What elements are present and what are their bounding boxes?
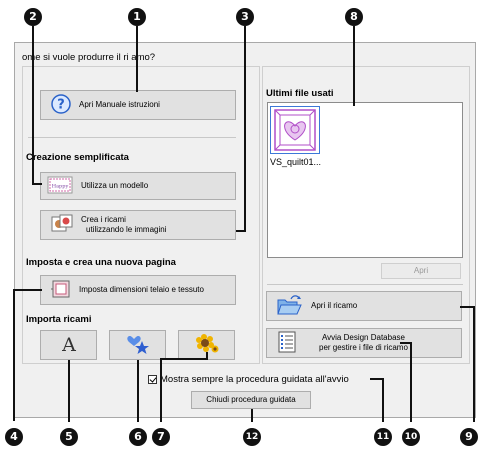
hoop-frame-icon — [51, 279, 71, 301]
recent-file-name[interactable]: VS_quilt01... — [270, 157, 321, 167]
open-recent-button[interactable]: Apri — [381, 263, 461, 279]
callout-5: 5 — [60, 428, 78, 446]
svg-text:Happy: Happy — [52, 184, 69, 190]
photo-icon — [51, 214, 73, 236]
leader-9h — [460, 306, 475, 308]
import-font-button[interactable]: A — [40, 330, 97, 360]
separator — [28, 137, 236, 138]
leader-8 — [353, 26, 355, 106]
separator-right — [267, 284, 463, 285]
create-from-images-button[interactable]: Crea i ricami utilizzando le immagini — [40, 210, 236, 240]
leader-2 — [32, 26, 34, 184]
leader-7 — [160, 358, 162, 422]
leader-7h — [160, 358, 206, 360]
open-manual-label: Apri Manuale istruzioni — [79, 100, 160, 109]
callout-12: 12 — [243, 428, 261, 446]
design-database-button[interactable]: Avvia Design Database per gestire i file… — [266, 328, 462, 358]
letter-a-icon: A — [59, 334, 79, 356]
callout-4: 4 — [5, 428, 23, 446]
section-easy-creation: Creazione semplificata — [26, 152, 129, 163]
leader-12 — [251, 409, 253, 422]
show-wizard-checkbox[interactable] — [148, 375, 157, 384]
leader-3 — [244, 26, 246, 232]
set-hoop-fabric-button[interactable]: Imposta dimensioni telaio e tessuto — [40, 275, 236, 305]
callout-8: 8 — [345, 8, 363, 26]
callout-10: 10 — [402, 428, 420, 446]
svg-text:?: ? — [57, 98, 65, 113]
leader-5 — [68, 360, 70, 422]
leader-7v — [206, 352, 208, 360]
callout-1: 1 — [128, 8, 146, 26]
use-template-label: Utilizza un modello — [81, 181, 149, 190]
open-recent-label: Apri — [413, 266, 429, 275]
design-database-line2: per gestire i file di ricamo — [319, 343, 408, 352]
leader-11 — [382, 378, 384, 422]
open-embroidery-button[interactable]: Apri il ricamo — [266, 291, 462, 321]
recent-file-thumbnail[interactable] — [270, 106, 320, 154]
leader-10h — [400, 342, 412, 344]
recent-files-title: Ultimi file usati — [266, 88, 334, 99]
use-template-button[interactable]: Happy Utilizza un modello — [40, 172, 236, 200]
leader-3h — [236, 230, 246, 232]
create-from-images-label: Crea i ricami utilizzando le immagini — [81, 215, 166, 235]
create-from-images-line1: Crea i ricami — [81, 215, 126, 224]
section-import: Importa ricami — [26, 314, 92, 325]
show-wizard-checkbox-row[interactable]: Mostra sempre la procedura guidata all'a… — [148, 374, 349, 385]
template-card-icon: Happy — [47, 176, 73, 196]
leader-4 — [13, 289, 15, 421]
callout-3: 3 — [236, 8, 254, 26]
leader-10 — [410, 342, 412, 422]
callout-2: 2 — [24, 8, 42, 26]
create-from-images-line2: utilizzando le immagini — [86, 225, 167, 234]
quilt-pattern-icon — [274, 109, 316, 151]
leader-11h — [370, 378, 384, 380]
callout-9: 9 — [460, 428, 478, 446]
open-embroidery-label: Apri il ricamo — [311, 301, 358, 310]
close-wizard-label: Chiudi procedura guidata — [206, 395, 296, 404]
callout-11: 11 — [374, 428, 392, 446]
design-database-label: Avvia Design Database per gestire i file… — [305, 333, 408, 353]
leader-6 — [137, 360, 139, 422]
close-wizard-button[interactable]: Chiudi procedura guidata — [191, 391, 311, 409]
heart-star-icon — [126, 333, 150, 357]
svg-text:A: A — [61, 334, 76, 354]
list-document-icon — [277, 331, 297, 355]
set-hoop-fabric-label: Imposta dimensioni telaio e tessuto — [79, 285, 204, 294]
show-wizard-label: Mostra sempre la procedura guidata all'a… — [160, 374, 349, 385]
open-manual-button[interactable]: ? Apri Manuale istruzioni — [40, 90, 236, 120]
leader-9 — [473, 306, 475, 422]
import-decorative-button[interactable] — [109, 330, 166, 360]
callout-6: 6 — [129, 428, 147, 446]
callout-7: 7 — [152, 428, 170, 446]
leader-1 — [136, 26, 138, 92]
design-database-line1: Avvia Design Database — [321, 333, 405, 342]
folder-open-icon — [277, 294, 303, 318]
question-circle-icon: ? — [51, 94, 71, 116]
leader-4h — [13, 289, 42, 291]
section-new-page: Imposta e crea una nuova pagina — [26, 257, 176, 268]
leader-2h — [32, 183, 42, 185]
